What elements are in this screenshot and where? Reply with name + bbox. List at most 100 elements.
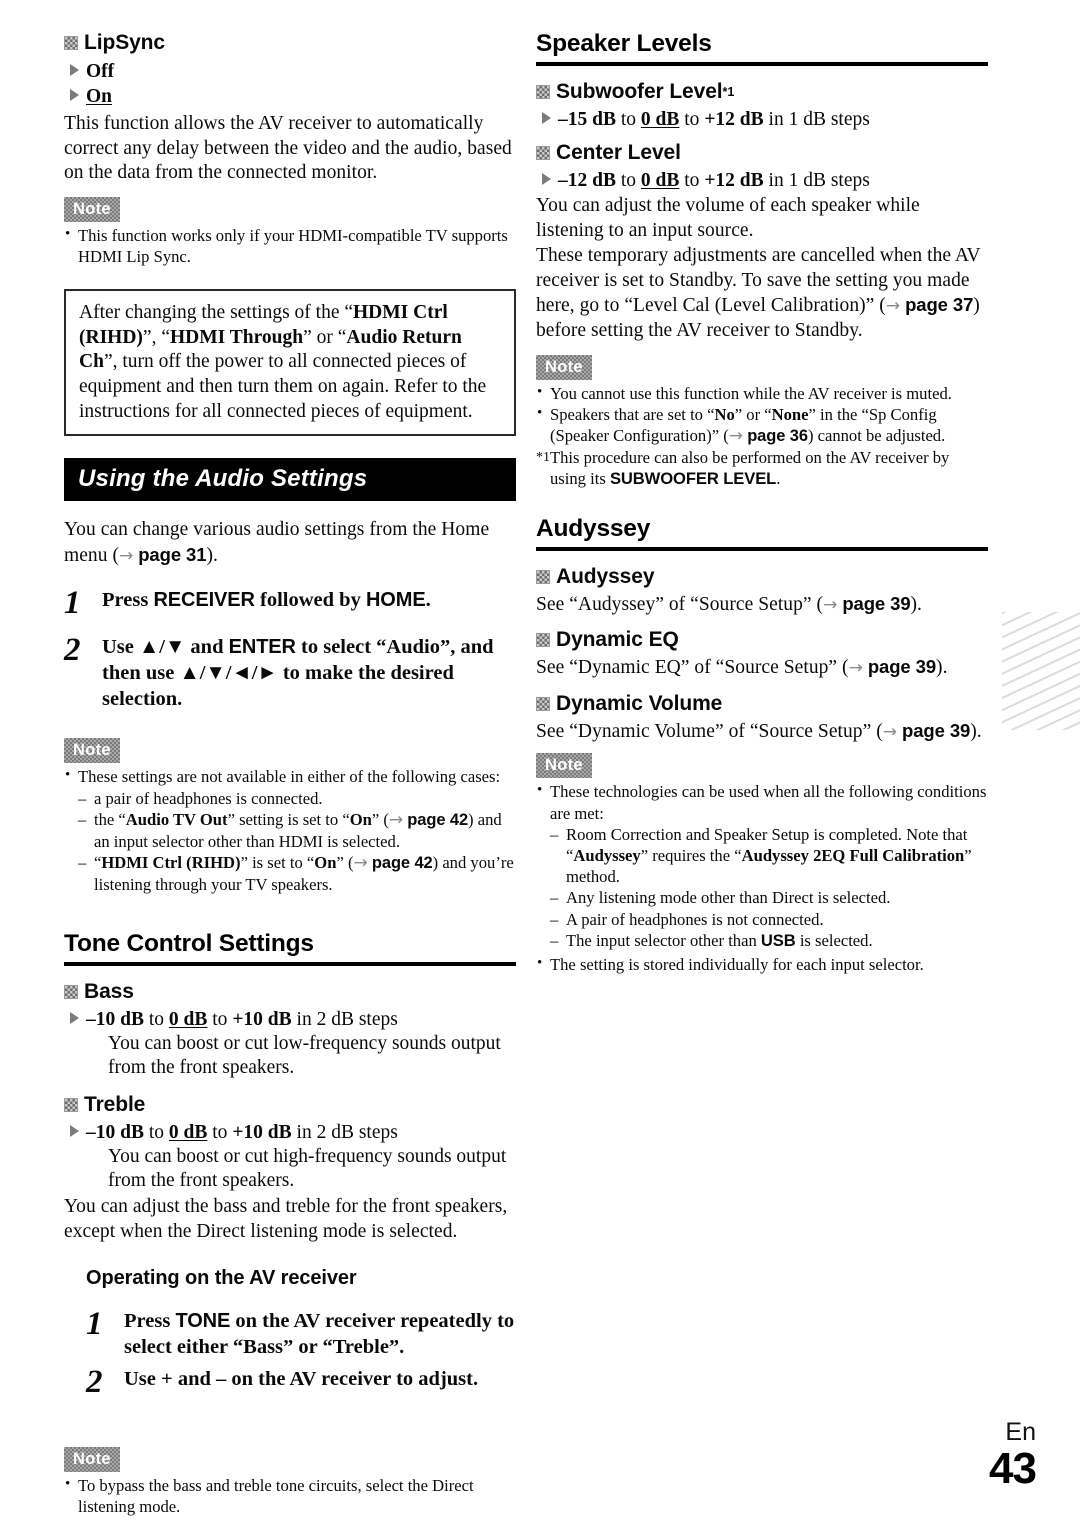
- left-column: LipSync Off On This function allows the …: [64, 30, 516, 1518]
- bass-range-default: 0 dB: [168, 1008, 208, 1030]
- bullet-square-icon: [64, 36, 78, 50]
- note-list: You cannot use this function while the A…: [536, 382, 988, 490]
- key-enter: ENTER: [228, 636, 296, 659]
- audyssey-entry-text: See “Audyssey” of “Source Setup” (→ page…: [536, 592, 988, 618]
- key-tone: TONE: [175, 1310, 231, 1333]
- page-ref-arrow-icon: →: [848, 658, 863, 679]
- audio-settings-step-2: 2 Use ▲/▼ and ENTER to select “Audio”, a…: [64, 634, 516, 712]
- bullet-square-icon: [64, 984, 78, 999]
- center-range-max: +12 dB: [704, 170, 764, 191]
- callout-text-1: After changing the settings of the “: [79, 302, 353, 324]
- page-ref-31[interactable]: page 31: [138, 544, 206, 565]
- audio-settings-step-1: 1 Press RECEIVER followed by HOME.: [64, 585, 516, 622]
- operating-on-av-receiver-heading: Operating on the AV receiver: [86, 1267, 357, 1290]
- treble-heading: Treble: [64, 1092, 516, 1118]
- note-sub-item: The input selector other than USB is sel…: [550, 930, 988, 951]
- page-ref-39[interactable]: page 39: [868, 656, 936, 677]
- dynamic-volume-heading: Dynamic Volume: [536, 691, 988, 717]
- speaker-levels-body-2: These temporary adjustments are cancelle…: [536, 244, 988, 343]
- note-bold-audio-tv-out: Audio TV Out: [125, 809, 228, 829]
- page-ref-39[interactable]: page 39: [842, 593, 910, 614]
- note-text: ” is set to “: [240, 853, 315, 873]
- note-item: This function works only if your HDMI-co…: [64, 224, 516, 267]
- note-item: These settings are not available in eith…: [64, 765, 516, 787]
- page-ref-36[interactable]: page 36: [747, 427, 808, 445]
- key-usb: USB: [760, 930, 796, 950]
- section-tone-control: Tone Control Settings Bass –10 dB to 0 d…: [64, 930, 516, 1518]
- dynamic-volume-label: Dynamic Volume: [556, 691, 723, 715]
- dynamic-volume-text: See “Dynamic Volume” of “Source Setup” (…: [536, 719, 988, 745]
- range-sep: to: [615, 170, 641, 191]
- treble-range-default: 0 dB: [168, 1121, 208, 1143]
- entry-text: See “Audyssey” of “Source Setup” (: [536, 593, 824, 615]
- treble-description: You can boost or cut high-frequency soun…: [108, 1145, 507, 1192]
- page-ref-42[interactable]: page 42: [407, 811, 468, 829]
- speaker-levels-note: Note You cannot use this function while …: [536, 354, 988, 490]
- callout-text-3: ” or “: [303, 326, 347, 348]
- note-text: ” (: [371, 809, 389, 829]
- section-audyssey: Audyssey Audyssey See “Audyssey” of “Sou…: [536, 515, 988, 976]
- note-sub-item: Any listening mode other than Direct is …: [550, 887, 988, 908]
- note-bold-audyssey: Audyssey: [573, 845, 641, 865]
- treble-heading-label: Treble: [84, 1092, 146, 1116]
- entry-text: See “Dynamic EQ” of “Source Setup” (: [536, 657, 849, 679]
- page-ref-arrow-icon: →: [823, 594, 838, 615]
- note-item: These technologies can be used when all …: [536, 780, 988, 823]
- heading-rule: [536, 62, 988, 66]
- lipsync-option-off-label: Off: [86, 61, 115, 82]
- step-pre: Use: [102, 636, 140, 659]
- page-ref-arrow-icon: →: [353, 853, 368, 874]
- section-banner-using-audio-settings: Using the Audio Settings: [64, 458, 516, 502]
- footnote-marker: *1: [722, 85, 735, 99]
- page-ref-37[interactable]: page 37: [905, 294, 973, 315]
- center-range-steps: in 1 dB steps: [763, 170, 870, 191]
- note-bold-on: On: [314, 853, 337, 873]
- audio-settings-intro-tail: ).: [206, 544, 218, 566]
- lipsync-heading-label: LipSync: [84, 31, 165, 54]
- page-ref-42[interactable]: page 42: [372, 854, 433, 872]
- speaker-levels-body-1: You can adjust the volume of each speake…: [536, 195, 920, 241]
- treble-range-min: –10 dB: [86, 1121, 144, 1143]
- treble-range-steps: in 2 dB steps: [291, 1121, 398, 1143]
- scan-edge-artifact: [1002, 612, 1080, 730]
- bullet-square-icon: [536, 696, 550, 711]
- note-item: You cannot use this function while the A…: [536, 382, 988, 404]
- audyssey-entry-heading: Audyssey: [536, 564, 988, 590]
- section-lipsync: LipSync Off On This function allows the …: [64, 30, 516, 267]
- dynamic-eq-text: See “Dynamic EQ” of “Source Setup” (→ pa…: [536, 655, 988, 681]
- subwoofer-level-heading: Subwoofer Level *1: [536, 79, 988, 105]
- bass-heading: Bass: [64, 979, 516, 1005]
- subwoofer-range: –15 dB to 0 dB to +12 dB in 1 dB steps: [536, 107, 988, 132]
- range-sep: to: [207, 1008, 233, 1030]
- note-list: These settings are not available in eith…: [64, 765, 516, 787]
- note-bold-hdmi-ctrl: HDMI Ctrl (RIHD): [101, 853, 241, 873]
- footer-page-number: 43: [989, 1444, 1037, 1493]
- step-pre: Use + and – on the AV receiver to adjust…: [124, 1368, 479, 1391]
- step-mid: followed by: [254, 589, 366, 612]
- step-number: 1: [86, 1306, 103, 1343]
- lipsync-option-on-label: On: [86, 86, 113, 107]
- note-list: The setting is stored individually for e…: [536, 953, 988, 975]
- note-bold-on: On: [349, 809, 372, 829]
- step-number: 1: [64, 585, 81, 622]
- subwoofer-range-min: –15 dB: [558, 109, 616, 130]
- step-text: Press RECEIVER followed by HOME.: [102, 587, 516, 613]
- page-ref-arrow-icon: →: [388, 809, 404, 830]
- key-updown-arrows: ▲/▼: [139, 636, 186, 659]
- step-text: Press TONE on the AV receiver repeatedly…: [124, 1308, 516, 1360]
- page-ref-arrow-icon: →: [885, 296, 901, 317]
- center-level-heading: Center Level: [536, 140, 988, 166]
- subwoofer-range-max: +12 dB: [704, 109, 764, 130]
- option-triangle-icon: [70, 89, 79, 101]
- note-footnote: *1 This procedure can also be performed o…: [536, 447, 988, 489]
- bass-range-steps: in 2 dB steps: [291, 1008, 398, 1030]
- note-text: ” (: [336, 853, 354, 873]
- page-ref-arrow-icon: →: [882, 721, 898, 742]
- tone-control-heading: Tone Control Settings: [64, 929, 314, 957]
- entry-text: ).: [936, 657, 948, 679]
- note-text: is selected.: [795, 930, 873, 950]
- bullet-square-icon: [536, 569, 550, 584]
- page-ref-39[interactable]: page 39: [902, 720, 970, 741]
- audio-settings-intro: You can change various audio settings fr…: [64, 518, 516, 568]
- center-range-default: 0 dB: [640, 170, 680, 191]
